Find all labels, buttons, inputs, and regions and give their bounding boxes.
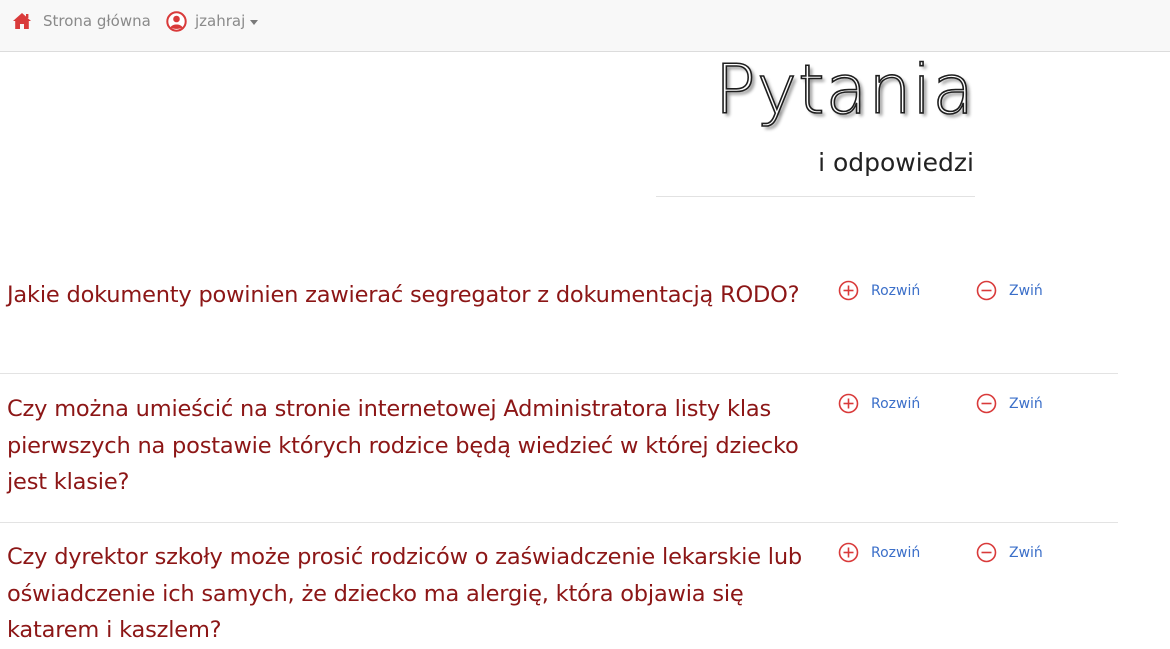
minus-circle-icon (976, 280, 1009, 301)
nav-user-label: jzahraj (195, 12, 246, 30)
plus-circle-icon (838, 393, 871, 414)
collapse-button[interactable]: Zwiń (976, 542, 1043, 563)
expand-button[interactable]: Rozwiń (838, 542, 920, 563)
expand-label: Rozwiń (871, 544, 921, 561)
collapse-label: Zwiń (1009, 395, 1043, 412)
faq-divider (0, 373, 1118, 374)
user-circle-icon (166, 10, 187, 32)
faq-question: Czy można umieścić na stronie internetow… (7, 396, 799, 495)
collapse-button[interactable]: Zwiń (976, 393, 1043, 414)
minus-circle-icon (976, 542, 1009, 563)
faq-question: Czy dyrektor szkoły może prosić rodziców… (7, 544, 802, 643)
nav-user-dropdown[interactable]: jzahraj (166, 10, 259, 32)
title-divider (656, 196, 975, 197)
collapse-label: Zwiń (1009, 282, 1043, 299)
minus-circle-icon (976, 393, 1009, 414)
nav-home-link[interactable]: Strona główna (12, 10, 151, 32)
plus-circle-icon (838, 542, 871, 563)
collapse-button[interactable]: Zwiń (976, 280, 1043, 301)
faq-question: Jakie dokumenty powinien zawierać segreg… (7, 282, 800, 308)
home-icon (12, 12, 32, 30)
page-subtitle: i odpowiedzi (818, 148, 974, 177)
expand-label: Rozwiń (871, 282, 921, 299)
expand-button[interactable]: Rozwiń (838, 280, 920, 301)
caret-down-icon (250, 19, 259, 25)
collapse-label: Zwiń (1009, 544, 1043, 561)
nav-home-label: Strona główna (43, 12, 151, 30)
expand-button[interactable]: Rozwiń (838, 393, 920, 414)
page-title: Pytania (714, 51, 975, 130)
plus-circle-icon (838, 280, 871, 301)
navbar: Strona główna jzahraj (0, 0, 1170, 52)
faq-divider (0, 522, 1118, 523)
expand-label: Rozwiń (871, 395, 921, 412)
